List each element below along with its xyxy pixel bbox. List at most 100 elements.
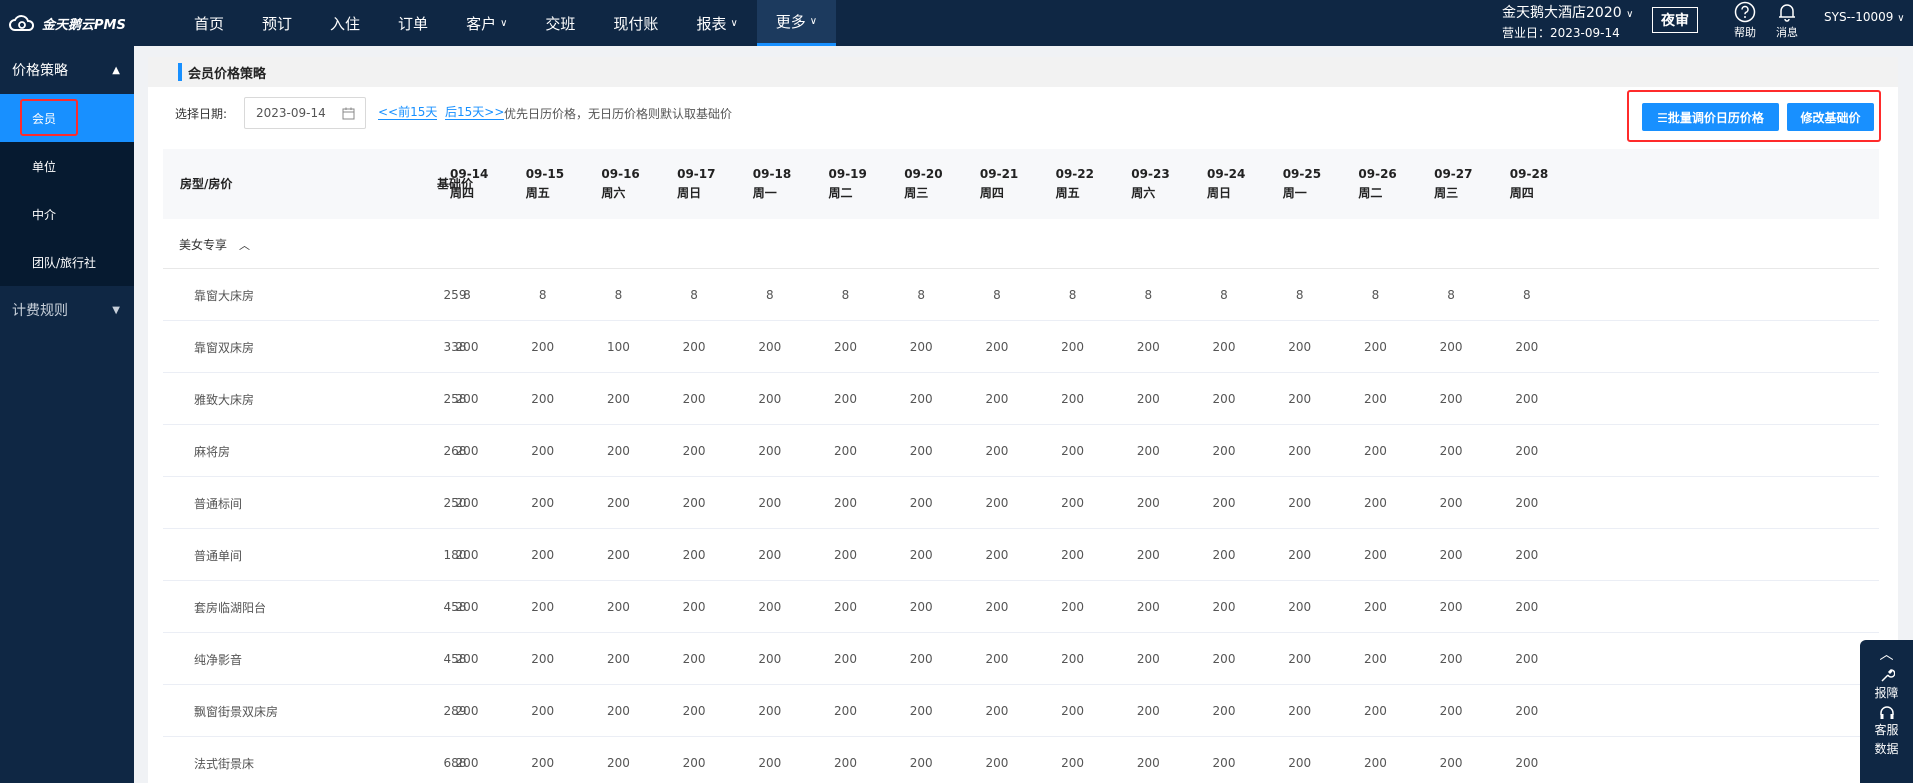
price-cell[interactable]: 200 [1502, 425, 1552, 477]
price-cell[interactable]: 8 [442, 269, 492, 321]
price-cell[interactable]: 200 [669, 373, 719, 425]
price-cell[interactable]: 200 [442, 737, 492, 783]
sidebar-group-billing-rules[interactable]: 计费规则 ▼ [0, 286, 134, 334]
price-cell[interactable]: 200 [1502, 581, 1552, 633]
price-cell[interactable]: 200 [593, 633, 643, 685]
price-cell[interactable]: 200 [1275, 737, 1325, 783]
price-cell[interactable]: 200 [1123, 529, 1173, 581]
nav-item[interactable]: 首页 [175, 0, 243, 46]
price-cell[interactable]: 200 [669, 321, 719, 373]
price-cell[interactable]: 200 [1350, 425, 1400, 477]
price-cell[interactable]: 200 [1123, 633, 1173, 685]
price-cell[interactable]: 200 [1350, 581, 1400, 633]
table-row[interactable]: 雅致大床房 258 200 200 200 200 200 200 200 200 200 200 20… [163, 373, 1879, 425]
price-cell[interactable]: 200 [593, 425, 643, 477]
price-cell[interactable]: 8 [1123, 269, 1173, 321]
table-row[interactable]: 普通标间 250 200 200 200 200 200 200 200 200 200 200 200… [163, 477, 1879, 529]
price-cell[interactable]: 200 [1426, 737, 1476, 783]
price-cell[interactable]: 200 [821, 529, 871, 581]
price-cell[interactable]: 200 [669, 633, 719, 685]
collapse-button[interactable]: ︿ [1860, 644, 1913, 664]
price-cell[interactable]: 200 [1199, 581, 1249, 633]
price-cell[interactable]: 200 [1275, 633, 1325, 685]
price-cell[interactable]: 100 [593, 321, 643, 373]
sidebar-item-agency[interactable]: 中介 [0, 190, 134, 238]
price-cell[interactable]: 200 [1275, 425, 1325, 477]
price-cell[interactable]: 200 [1426, 685, 1476, 737]
price-cell[interactable]: 200 [821, 633, 871, 685]
price-cell[interactable]: 200 [896, 477, 946, 529]
help-button[interactable]: 帮助 [1725, 0, 1765, 44]
price-cell[interactable]: 200 [1123, 737, 1173, 783]
price-cell[interactable]: 8 [518, 269, 568, 321]
batch-adjust-calendar-price-button[interactable]: ☰批量调价日历价格 [1642, 103, 1779, 131]
nav-item[interactable]: 客户 ∨ [447, 0, 526, 46]
date-picker[interactable]: 2023-09-14 [244, 97, 366, 129]
price-cell[interactable]: 200 [745, 633, 795, 685]
sidebar-item-unit[interactable]: 单位 [0, 142, 134, 190]
price-cell[interactable]: 200 [896, 373, 946, 425]
price-cell[interactable]: 200 [896, 685, 946, 737]
price-cell[interactable]: 200 [745, 529, 795, 581]
price-cell[interactable]: 200 [821, 321, 871, 373]
table-row[interactable]: 法式街景床 688 200 200 200 200 200 200 200 200 200 200 20… [163, 737, 1879, 783]
price-cell[interactable]: 200 [1199, 633, 1249, 685]
price-cell[interactable]: 200 [442, 581, 492, 633]
price-cell[interactable]: 200 [745, 373, 795, 425]
price-cell[interactable]: 200 [896, 425, 946, 477]
price-cell[interactable]: 8 [1048, 269, 1098, 321]
price-cell[interactable]: 200 [593, 477, 643, 529]
price-cell[interactable]: 200 [518, 477, 568, 529]
price-cell[interactable]: 200 [745, 477, 795, 529]
price-cell[interactable]: 200 [593, 581, 643, 633]
report-fault-button[interactable]: 报障 [1860, 668, 1913, 701]
nav-item[interactable]: 预订 [243, 0, 311, 46]
price-cell[interactable]: 200 [669, 737, 719, 783]
price-cell[interactable]: 200 [1123, 685, 1173, 737]
price-cell[interactable]: 200 [442, 373, 492, 425]
price-cell[interactable]: 200 [1123, 477, 1173, 529]
price-cell[interactable]: 200 [669, 425, 719, 477]
price-cell[interactable]: 200 [442, 685, 492, 737]
room-group-row[interactable]: 美女专享 ︿ [163, 219, 1879, 269]
price-cell[interactable]: 200 [1048, 373, 1098, 425]
sidebar-item-group-travel[interactable]: 团队/旅行社 [0, 238, 134, 286]
price-cell[interactable]: 200 [1350, 633, 1400, 685]
price-cell[interactable]: 200 [1275, 477, 1325, 529]
price-cell[interactable]: 200 [669, 529, 719, 581]
price-cell[interactable]: 200 [1123, 321, 1173, 373]
price-cell[interactable]: 200 [1199, 529, 1249, 581]
night-audit-button[interactable]: 夜审 [1652, 7, 1698, 33]
price-cell[interactable]: 200 [593, 737, 643, 783]
price-cell[interactable]: 200 [1350, 373, 1400, 425]
price-cell[interactable]: 200 [972, 581, 1022, 633]
price-cell[interactable]: 200 [1048, 529, 1098, 581]
price-cell[interactable]: 200 [1199, 373, 1249, 425]
price-cell[interactable]: 200 [972, 529, 1022, 581]
price-cell[interactable]: 200 [972, 737, 1022, 783]
price-cell[interactable]: 200 [1502, 737, 1552, 783]
price-cell[interactable]: 8 [972, 269, 1022, 321]
price-cell[interactable]: 200 [972, 633, 1022, 685]
price-cell[interactable]: 200 [896, 737, 946, 783]
price-cell[interactable]: 200 [442, 321, 492, 373]
price-cell[interactable]: 200 [518, 425, 568, 477]
prev-15-days-link[interactable]: <<前15天 [378, 105, 438, 120]
sidebar-group-pricing[interactable]: 价格策略 ▲ [0, 46, 134, 94]
price-cell[interactable]: 200 [972, 685, 1022, 737]
price-cell[interactable]: 200 [518, 581, 568, 633]
price-cell[interactable]: 200 [1426, 529, 1476, 581]
table-row[interactable]: 靠窗大床房 259 8 8 8 8 8 8 8 8 8 8 8 8 8 8 8 [163, 269, 1879, 321]
price-cell[interactable]: 200 [1502, 373, 1552, 425]
price-cell[interactable]: 200 [518, 737, 568, 783]
price-cell[interactable]: 200 [745, 581, 795, 633]
price-cell[interactable]: 200 [972, 321, 1022, 373]
price-cell[interactable]: 200 [1426, 477, 1476, 529]
price-cell[interactable]: 200 [1275, 529, 1325, 581]
sidebar-item-member[interactable]: 会员 [0, 94, 134, 142]
price-cell[interactable]: 200 [1426, 425, 1476, 477]
hotel-selector[interactable]: 金天鹅大酒店2020 ∨ 营业日：2023-09-14 [1502, 2, 1633, 41]
price-cell[interactable]: 200 [896, 321, 946, 373]
table-row[interactable]: 普通单间 180 200 200 200 200 200 200 200 200 200 200 200… [163, 529, 1879, 581]
table-row[interactable]: 飘窗街景双床房 289 200 200 200 200 200 200 200 200 200 200… [163, 685, 1879, 737]
